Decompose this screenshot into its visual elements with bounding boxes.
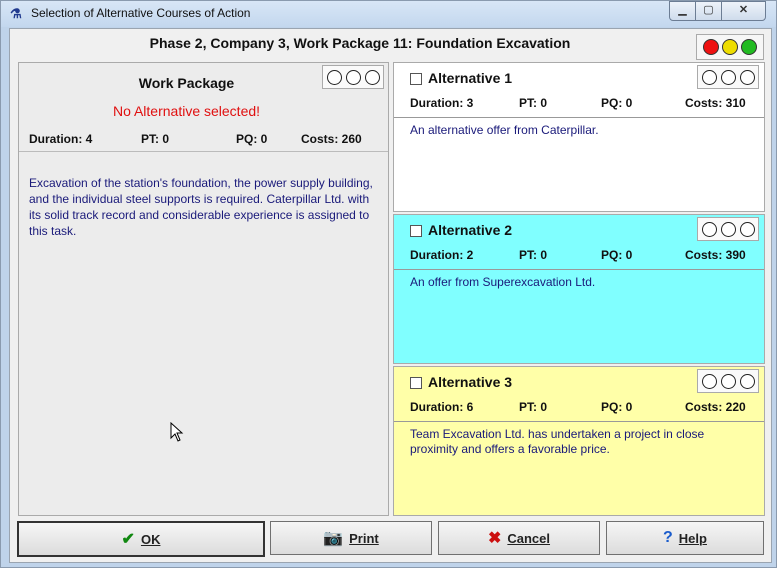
circle-icon	[740, 222, 755, 237]
maximize-icon: ▢	[703, 4, 714, 16]
title-bar: ⚗ Selection of Alternative Courses of Ac…	[1, 1, 776, 27]
close-icon: ✕	[738, 4, 749, 16]
alternative-3-checkbox[interactable]	[410, 377, 422, 389]
question-icon: ?	[663, 529, 673, 546]
circle-icon	[721, 374, 736, 389]
x-icon: ✖	[487, 530, 502, 547]
alternative-title: Alternative 2	[428, 222, 513, 238]
ok-label: OK	[140, 531, 161, 547]
print-button[interactable]: 📷 Print	[270, 521, 432, 555]
checkmark-icon: ✔	[121, 531, 135, 548]
work-package-title: Work Package	[138, 75, 235, 91]
cancel-label: Cancel	[507, 530, 551, 546]
alternative-1-panel[interactable]: Alternative 1 Duration: 3 PT: 0 PQ: 0 Co…	[393, 62, 765, 212]
alternative-3-panel[interactable]: Alternative 3 Duration: 6 PT: 0 PQ: 0 Co…	[393, 366, 765, 516]
traffic-light-indicator	[696, 34, 764, 60]
duration-value: Duration: 4	[29, 132, 93, 146]
alternative-2-panel[interactable]: Alternative 2 Duration: 2 PT: 0 PQ: 0 Co…	[393, 214, 765, 364]
minimize-button[interactable]: ▁	[669, 1, 696, 21]
rating-indicator	[697, 65, 759, 89]
dialog-client-area: Phase 2, Company 3, Work Package 11: Fou…	[9, 28, 772, 563]
cancel-button[interactable]: ✖ Cancel	[438, 521, 600, 555]
circle-icon	[702, 222, 717, 237]
help-button[interactable]: ? Help	[606, 521, 764, 555]
duration-value: Duration: 2	[410, 248, 474, 262]
rating-indicator	[322, 65, 384, 89]
circle-icon	[346, 70, 361, 85]
circle-icon	[721, 70, 736, 85]
duration-value: Duration: 3	[410, 96, 474, 110]
pq-value: PQ: 0	[236, 132, 268, 146]
pt-value: PT: 0	[519, 96, 548, 110]
mouse-cursor-icon	[170, 422, 184, 442]
rating-indicator	[697, 369, 759, 393]
window-title: Selection of Alternative Courses of Acti…	[31, 6, 251, 20]
yellow-light-icon	[722, 39, 738, 55]
costs-value: Costs: 260	[301, 132, 362, 146]
pt-value: PT: 0	[141, 132, 170, 146]
app-icon: ⚗	[10, 6, 22, 21]
circle-icon	[702, 70, 717, 85]
alternative-2-checkbox[interactable]	[410, 225, 422, 237]
green-light-icon	[741, 39, 757, 55]
alternative-description: Team Excavation Ltd. has undertaken a pr…	[410, 427, 705, 456]
dialog-window: ⚗ Selection of Alternative Courses of Ac…	[0, 0, 777, 568]
camera-icon: 📷	[323, 530, 344, 547]
no-selection-warning: No Alternative selected!	[112, 103, 261, 119]
costs-value: Costs: 220	[685, 400, 746, 414]
pq-value: PQ: 0	[601, 400, 633, 414]
circle-icon	[365, 70, 380, 85]
costs-value: Costs: 390	[685, 248, 746, 262]
alternative-description: An offer from Superexcavation Ltd.	[410, 275, 596, 289]
alternative-header: Alternative 2 Duration: 2 PT: 0 PQ: 0 Co…	[394, 215, 764, 270]
help-label: Help	[678, 530, 707, 546]
circle-icon	[327, 70, 342, 85]
minimize-icon: ▁	[678, 4, 687, 16]
circle-icon	[740, 374, 755, 389]
alternative-header: Alternative 1 Duration: 3 PT: 0 PQ: 0 Co…	[394, 63, 764, 118]
circle-icon	[740, 70, 755, 85]
pt-value: PT: 0	[519, 400, 548, 414]
alternative-title: Alternative 1	[428, 70, 513, 86]
alternative-1-checkbox[interactable]	[410, 73, 422, 85]
pt-value: PT: 0	[519, 248, 548, 262]
maximize-button[interactable]: ▢	[695, 1, 722, 21]
alternative-description: An alternative offer from Caterpillar.	[410, 123, 599, 137]
alternative-header: Alternative 3 Duration: 6 PT: 0 PQ: 0 Co…	[394, 367, 764, 422]
work-package-description: Excavation of the station's foundation, …	[29, 176, 373, 238]
alternative-title: Alternative 3	[428, 374, 513, 390]
pq-value: PQ: 0	[601, 248, 633, 262]
work-package-header: Work Package No Alternative selected! Du…	[19, 63, 388, 152]
duration-value: Duration: 6	[410, 400, 474, 414]
circle-icon	[721, 222, 736, 237]
pq-value: PQ: 0	[601, 96, 633, 110]
phase-title: Phase 2, Company 3, Work Package 11: Fou…	[149, 35, 571, 51]
rating-indicator	[697, 217, 759, 241]
costs-value: Costs: 310	[685, 96, 746, 110]
circle-icon	[702, 374, 717, 389]
red-light-icon	[703, 39, 719, 55]
print-label: Print	[349, 530, 379, 546]
ok-button[interactable]: ✔ OK	[17, 521, 265, 557]
work-package-panel: Work Package No Alternative selected! Du…	[18, 62, 389, 516]
close-button[interactable]: ✕	[721, 1, 766, 21]
